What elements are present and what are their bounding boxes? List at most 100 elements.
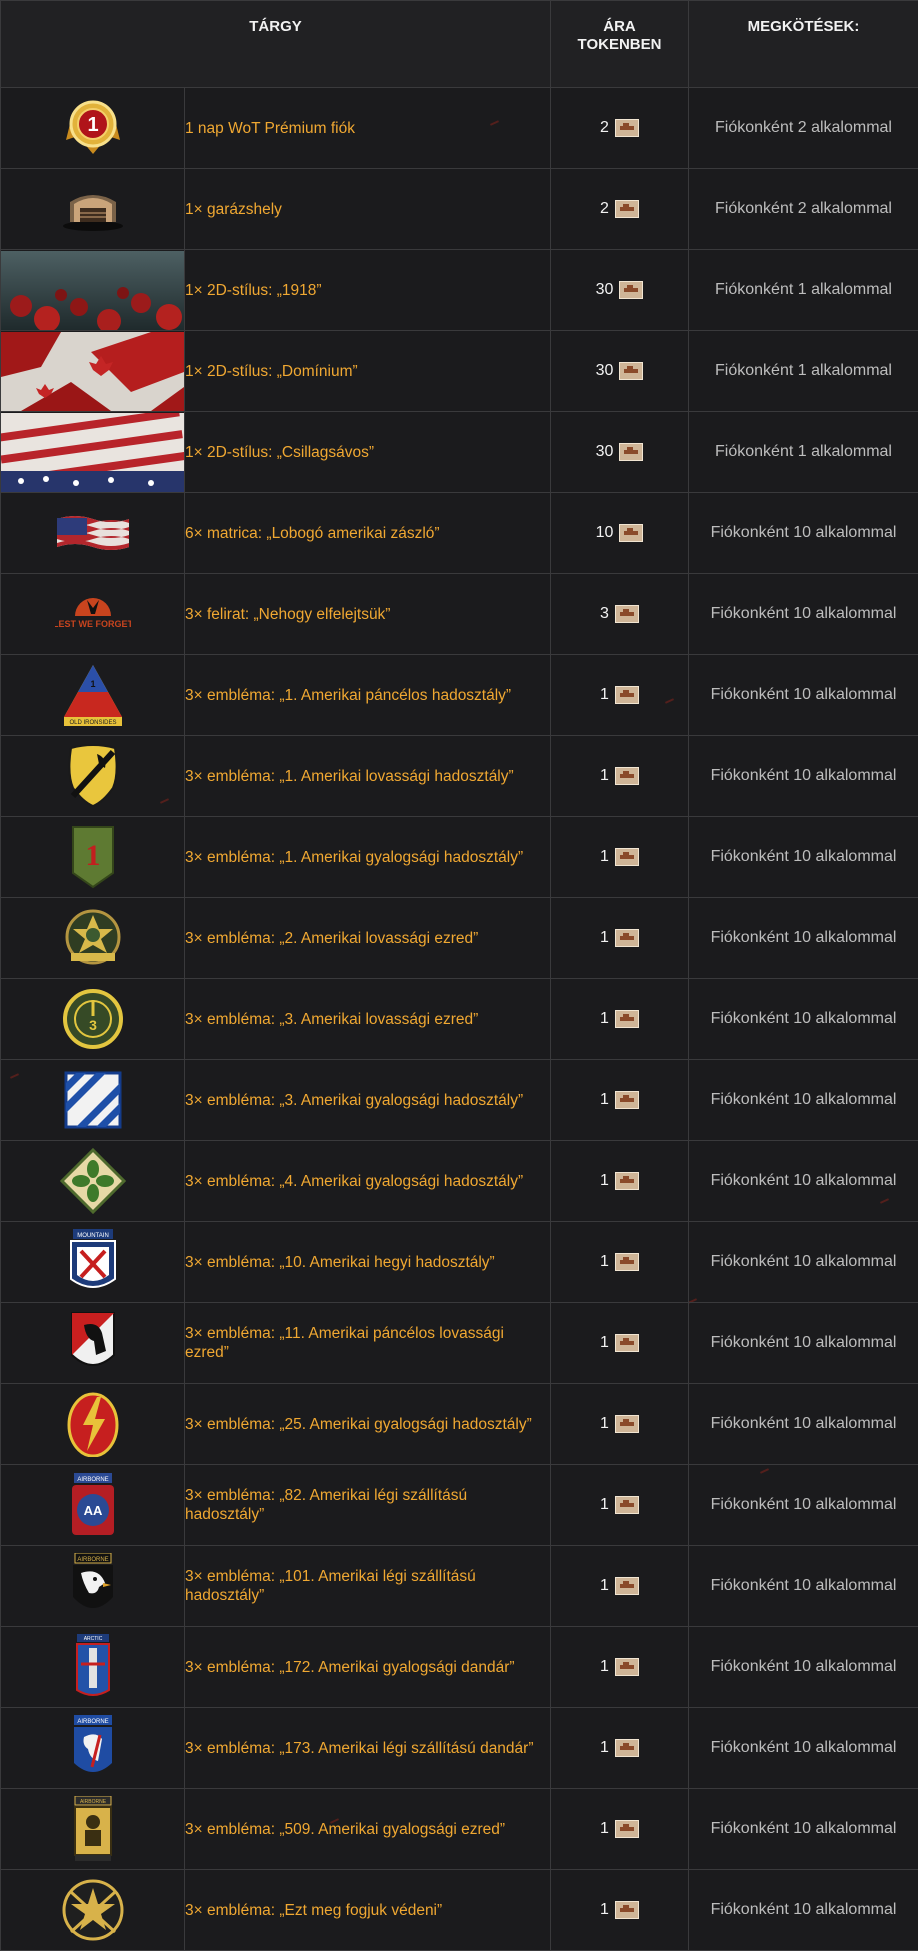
table-row: 11 nap WoT Prémium fiók2Fiókonként 2 alk…: [1, 88, 918, 169]
svg-text:1: 1: [85, 839, 100, 872]
price-cell: 1: [551, 1870, 689, 1951]
item-name: 1× 2D-stílus: „Domínium”: [185, 331, 551, 412]
price-value: 10: [596, 524, 614, 542]
purchase-limit: Fiókonként 10 alkalommal: [689, 736, 918, 817]
item-image-cell: [1, 736, 185, 817]
tank-token-icon: [619, 524, 643, 542]
price-value: 1: [600, 1091, 609, 1109]
svg-text:1: 1: [87, 114, 98, 136]
table-row: 1× 2D-stílus: „Domínium”30Fiókonként 1 a…: [1, 331, 918, 412]
item-name: 3× embléma: „25. Amerikai gyalogsági had…: [185, 1384, 551, 1465]
table-row: AIRBORNE 3× embléma: „101. Amerikai légi …: [1, 1546, 918, 1627]
purchase-limit: Fiókonként 10 alkalommal: [689, 1708, 918, 1789]
price-value: 1: [600, 1739, 609, 1757]
purchase-limit: Fiókonként 2 alkalommal: [689, 169, 918, 250]
tank-token-icon: [615, 767, 639, 785]
price-cell: 2: [551, 88, 689, 169]
tank-token-icon: [619, 362, 643, 380]
tank-token-icon: [615, 1010, 639, 1028]
purchase-limit: Fiókonként 10 alkalommal: [689, 1627, 918, 1708]
tank-token-icon: [615, 929, 639, 947]
price-value: 1: [600, 1010, 609, 1028]
table-row: 33× embléma: „3. Amerikai lovassági ezre…: [1, 979, 918, 1060]
item-image-cell: 1: [1, 817, 185, 898]
star-rifles-emblem-icon: [61, 1901, 125, 1918]
us-flag-decal-icon: [55, 524, 131, 541]
item-image-cell: [1, 898, 185, 979]
infantry-division-4-emblem-icon: [60, 1172, 126, 1189]
item-name: 3× embléma: „82. Amerikai légi szállítás…: [185, 1465, 551, 1546]
price-cell: 2: [551, 169, 689, 250]
infantry-brigade-172-emblem-icon: ARCTIC: [73, 1658, 113, 1675]
item-image-cell: [1, 1870, 185, 1951]
svg-text:OLD IRONSIDES: OLD IRONSIDES: [69, 720, 116, 726]
column-header-price-line2: TOKENBEN: [551, 36, 688, 54]
lest-we-forget-inscription-icon: LEST WE FORGET: [55, 605, 131, 622]
item-name: 1× 2D-stílus: „1918”: [185, 250, 551, 331]
table-row: 3× embléma: „11. Amerikai páncélos lovas…: [1, 1303, 918, 1384]
item-image-cell: [1, 1060, 185, 1141]
tank-token-icon: [615, 1091, 639, 1109]
price-value: 2: [600, 119, 609, 137]
purchase-limit: Fiókonként 10 alkalommal: [689, 655, 918, 736]
purchase-limit: Fiókonként 10 alkalommal: [689, 1384, 918, 1465]
item-image-cell: AIRBORNE: [1, 1546, 185, 1627]
svg-text:AIRBORNE: AIRBORNE: [77, 1719, 108, 1725]
purchase-limit: Fiókonként 1 alkalommal: [689, 250, 918, 331]
tank-token-icon: [615, 1334, 639, 1352]
price-cell: 1: [551, 655, 689, 736]
item-image-cell: [1, 250, 185, 331]
item-image-cell: [1, 412, 185, 493]
style-1918-poppies-banner: [1, 251, 184, 330]
style-dominion-maple-banner: [1, 332, 184, 411]
premium-account-medal-icon: 1: [64, 119, 122, 136]
purchase-limit: Fiókonként 10 alkalommal: [689, 1789, 918, 1870]
purchase-limit: Fiókonként 10 alkalommal: [689, 1303, 918, 1384]
price-cell: 1: [551, 898, 689, 979]
item-image-cell: OLD IRONSIDES1: [1, 655, 185, 736]
tank-token-icon: [615, 119, 639, 137]
svg-text:AIRBORNE: AIRBORNE: [77, 1557, 108, 1563]
style-stars-and-stripes-banner: [1, 413, 184, 492]
item-name: 3× embléma: „10. Amerikai hegyi hadosztá…: [185, 1222, 551, 1303]
purchase-limit: Fiókonként 10 alkalommal: [689, 979, 918, 1060]
garage-slot-icon: [58, 200, 128, 217]
svg-text:LEST WE FORGET: LEST WE FORGET: [55, 619, 131, 629]
cavalry-regiment-3-emblem-icon: 3: [62, 1010, 124, 1027]
purchase-limit: Fiókonként 10 alkalommal: [689, 898, 918, 979]
table-row: LEST WE FORGET3× felirat: „Nehogy elfele…: [1, 574, 918, 655]
price-cell: 3: [551, 574, 689, 655]
item-name: 3× embléma: „1. Amerikai páncélos hadosz…: [185, 655, 551, 736]
price-cell: 30: [551, 412, 689, 493]
infantry-division-3-emblem-icon: [64, 1091, 122, 1108]
svg-text:3: 3: [89, 1017, 97, 1033]
item-name: 3× embléma: „11. Amerikai páncélos lovas…: [185, 1303, 551, 1384]
price-value: 1: [600, 1253, 609, 1271]
infantry-division-25-emblem-icon: [65, 1415, 121, 1432]
table-row: AIRBORNE3× embléma: „173. Amerikai légi …: [1, 1708, 918, 1789]
svg-text:AIRBORNE: AIRBORNE: [77, 1477, 108, 1483]
column-header-price: ÁRA TOKENBEN: [551, 1, 689, 88]
item-image-cell: LEST WE FORGET: [1, 574, 185, 655]
table-row: 3× embléma: „Ezt meg fogjuk védeni”1Fiók…: [1, 1870, 918, 1951]
svg-text:AA: AA: [83, 1503, 102, 1518]
purchase-limit: Fiókonként 10 alkalommal: [689, 1465, 918, 1546]
price-cell: 1: [551, 1222, 689, 1303]
item-name: 3× embléma: „1. Amerikai gyalogsági hado…: [185, 817, 551, 898]
item-image-cell: [1, 493, 185, 574]
tank-token-icon: [615, 1253, 639, 1271]
price-cell: 1: [551, 1141, 689, 1222]
item-name: 6× matrica: „Lobogó amerikai zászló”: [185, 493, 551, 574]
price-value: 1: [600, 1901, 609, 1919]
price-cell: 1: [551, 1627, 689, 1708]
item-image-cell: AIRBORNE: [1, 1708, 185, 1789]
tank-token-icon: [619, 281, 643, 299]
item-image-cell: [1, 1384, 185, 1465]
svg-text:AIRBORNE: AIRBORNE: [79, 1799, 106, 1805]
mountain-division-10-emblem-icon: MOUNTAIN: [67, 1253, 119, 1270]
price-value: 3: [600, 605, 609, 623]
purchase-limit: Fiókonként 10 alkalommal: [689, 1870, 918, 1951]
tank-token-icon: [615, 1901, 639, 1919]
table-row: 3× embléma: „3. Amerikai gyalogsági hado…: [1, 1060, 918, 1141]
item-name: 3× embléma: „101. Amerikai légi szállítá…: [185, 1546, 551, 1627]
